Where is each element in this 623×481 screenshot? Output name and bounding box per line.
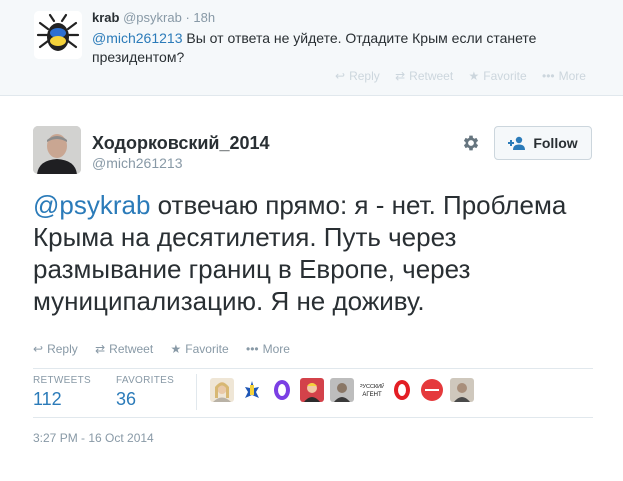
parent-reply-button[interactable]: ↩ Reply [335, 69, 380, 83]
favoriter-avatar[interactable] [420, 378, 444, 402]
more-icon: ••• [246, 342, 259, 356]
beetle-icon [34, 11, 82, 59]
parent-favorite-label: Favorite [483, 69, 527, 83]
favoriter-avatar[interactable]: РУССКИЙ АГЕНТ [360, 378, 384, 402]
main-tweet-text: @psykrab отвечаю прямо: я - нет. Проблем… [33, 189, 593, 317]
parent-reply-label: Reply [349, 69, 380, 83]
favorites-label: FAVORITES [116, 375, 175, 386]
favorite-button[interactable]: ★ Favorite [171, 342, 229, 356]
reply-button[interactable]: ↩ Reply [33, 342, 78, 356]
favoriter-avatar[interactable] [390, 378, 414, 402]
gear-icon[interactable] [461, 133, 481, 153]
stats-separator [196, 374, 197, 410]
retweets-stat[interactable]: RETWEETS 112 [33, 375, 91, 410]
parent-tweet-text: @mich261213 Вы от ответа не уйдете. Отда… [92, 29, 602, 67]
reply-label: Reply [47, 342, 78, 356]
parent-mention-link[interactable]: @mich261213 [92, 30, 183, 46]
avatar-photo [33, 126, 81, 174]
separator-dot: · [185, 10, 190, 25]
retweet-icon: ⇄ [395, 69, 406, 83]
star-icon: ★ [468, 69, 480, 83]
parent-avatar[interactable] [34, 11, 82, 59]
main-actions: ↩ Reply ⇄ Retweet ★ Favorite ••• More [33, 342, 304, 356]
reply-icon: ↩ [33, 342, 44, 356]
favoriter-avatar[interactable] [300, 378, 324, 402]
divider [33, 417, 593, 418]
favoriter-avatar[interactable] [330, 378, 354, 402]
svg-text:АГЕНТ: АГЕНТ [362, 392, 382, 398]
favoriter-avatar[interactable] [240, 378, 264, 402]
favoriter-avatar[interactable] [210, 378, 234, 402]
main-mention-link[interactable]: @psykrab [33, 190, 150, 220]
parent-retweet-label: Retweet [409, 69, 454, 83]
more-label: More [262, 342, 290, 356]
divider [33, 368, 593, 369]
star-icon: ★ [170, 342, 182, 356]
main-avatar[interactable] [33, 126, 81, 174]
favoriters-avatars: РУССКИЙ АГЕНТ [210, 378, 480, 402]
follow-label: Follow [533, 135, 578, 151]
parent-favorite-button[interactable]: ★ Favorite [469, 69, 527, 83]
favorites-stat[interactable]: FAVORITES 36 [116, 375, 174, 410]
follow-button[interactable]: Follow [494, 126, 592, 160]
more-button[interactable]: ••• More [246, 342, 290, 356]
favorite-label: Favorite [185, 342, 229, 356]
main-fullname[interactable]: Ходорковский_2014 [92, 133, 270, 154]
retweet-label: Retweet [109, 342, 154, 356]
tweet-timestamp[interactable]: 3:27 PM - 16 Oct 2014 [33, 431, 154, 445]
parent-fullname[interactable]: krab [92, 10, 119, 25]
retweet-button[interactable]: ⇄ Retweet [95, 342, 153, 356]
retweets-count: 112 [33, 389, 62, 409]
retweets-label: RETWEETS [33, 375, 91, 386]
parent-more-label: More [558, 69, 586, 83]
favoriter-avatar[interactable] [450, 378, 474, 402]
parent-tweet: krab @psykrab · 18h @mich261213 Вы от от… [0, 0, 623, 96]
favorites-count: 36 [116, 389, 137, 409]
parent-retweet-button[interactable]: ⇄ Retweet [395, 69, 453, 83]
main-screen-name[interactable]: @mich261213 [92, 155, 183, 171]
parent-actions: ↩ Reply ⇄ Retweet ★ Favorite ••• More [335, 69, 598, 83]
reply-icon: ↩ [335, 69, 346, 83]
svg-text:РУССКИЙ: РУССКИЙ [360, 382, 384, 390]
add-user-icon [508, 136, 526, 150]
parent-time[interactable]: 18h [193, 10, 215, 25]
parent-header: krab @psykrab · 18h [92, 10, 215, 25]
parent-more-button[interactable]: ••• More [542, 69, 586, 83]
retweet-icon: ⇄ [95, 342, 106, 356]
favoriter-avatar[interactable] [270, 378, 294, 402]
parent-screen-name[interactable]: @psykrab [123, 10, 182, 25]
more-icon: ••• [542, 69, 555, 83]
